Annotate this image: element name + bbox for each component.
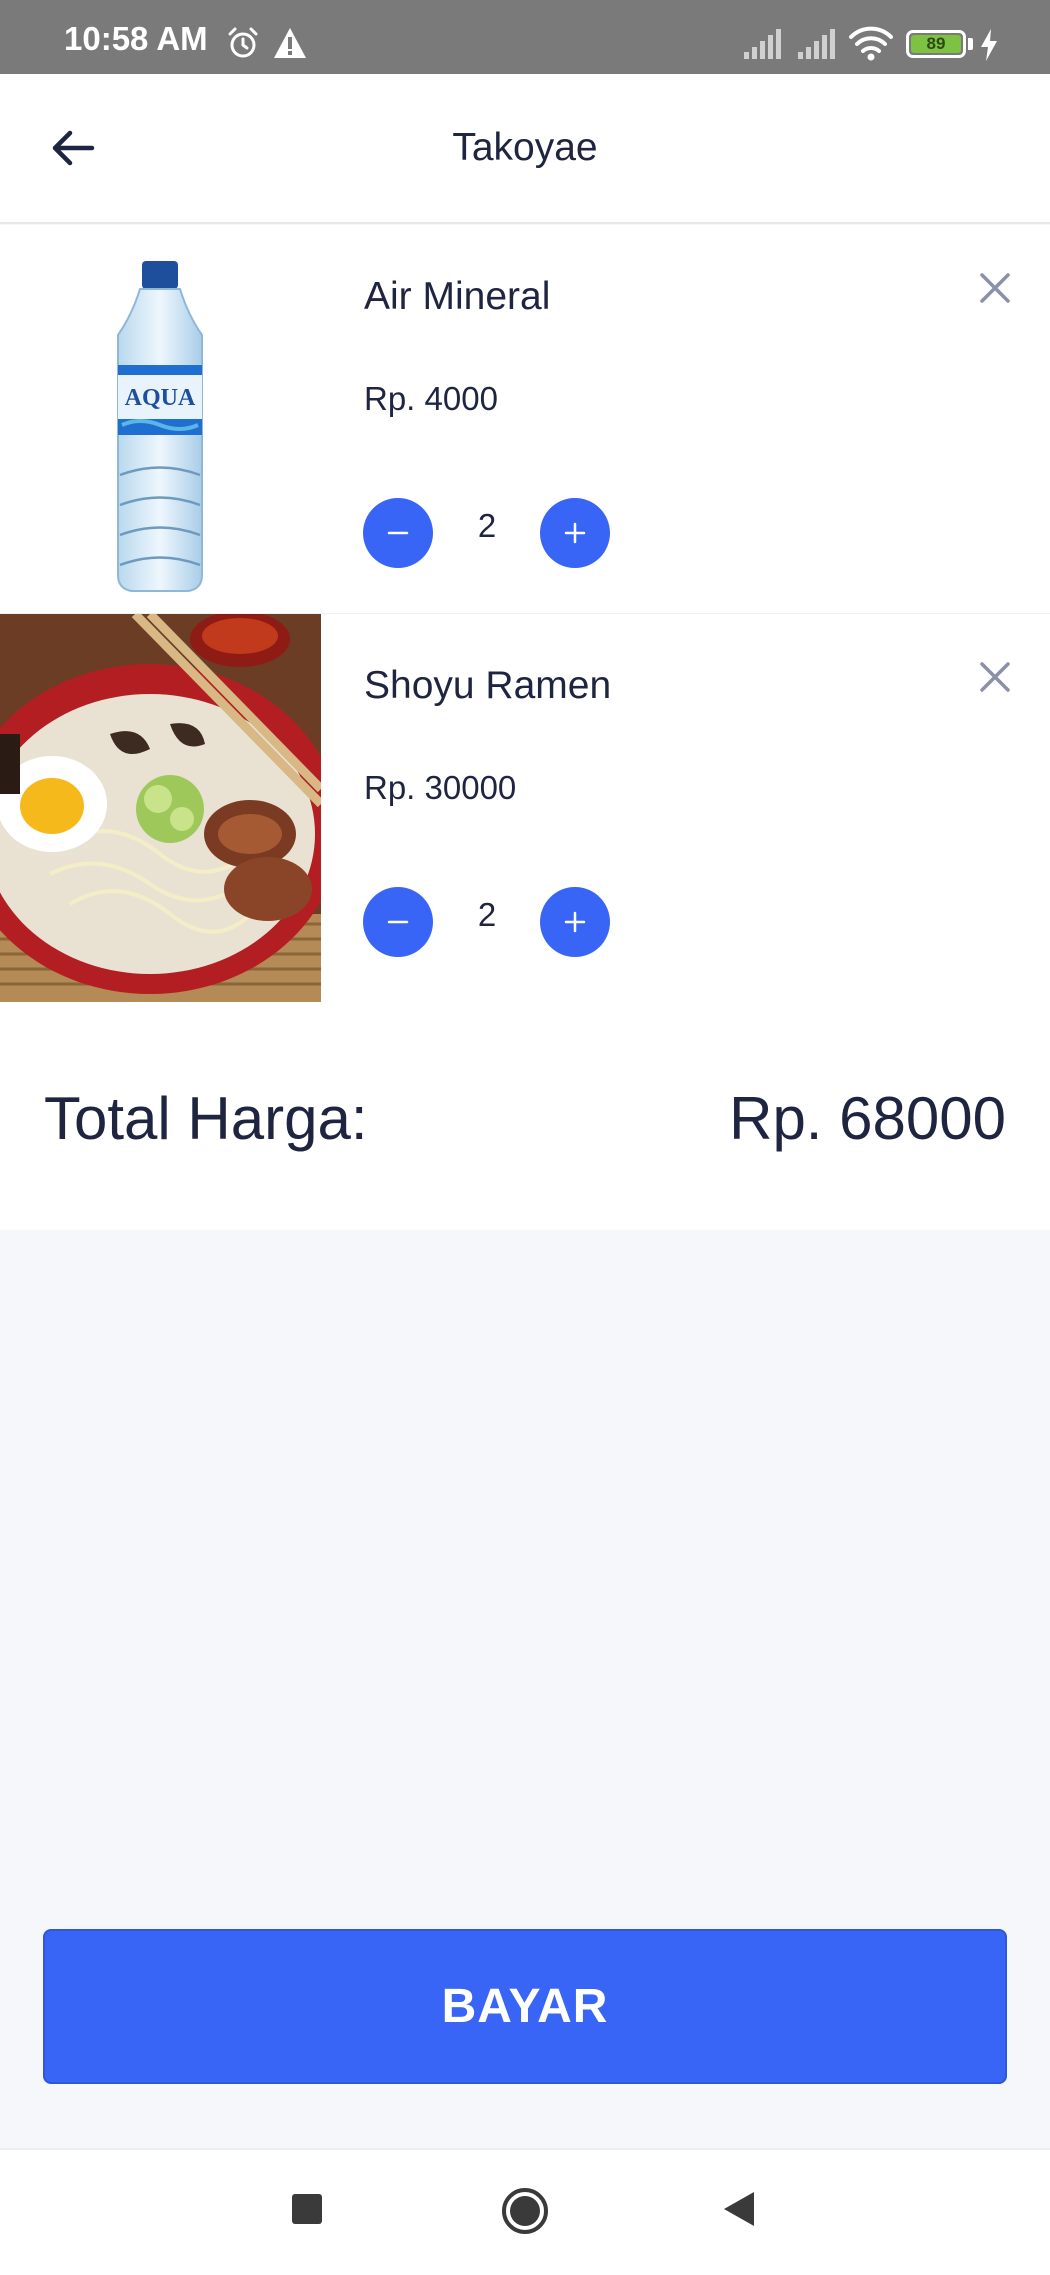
status-bar: 10:58 AM 89 [0, 0, 1050, 74]
charging-icon [981, 29, 997, 61]
plus-icon [564, 911, 586, 933]
item-name: Air Mineral [364, 275, 551, 318]
wifi-icon [849, 26, 893, 61]
decrease-quantity-button[interactable] [363, 498, 433, 568]
order-total: Total Harga: Rp. 68000 [0, 1002, 1050, 1230]
cart-item: Shoyu Ramen Rp. 30000 2 [0, 613, 1050, 1002]
battery-level: 89 [911, 35, 961, 53]
signal-icon [798, 29, 835, 59]
total-label: Total Harga: [44, 1085, 368, 1152]
home-icon[interactable] [500, 2186, 550, 2236]
warning-icon [274, 28, 306, 58]
status-time: 10:58 AM [64, 20, 208, 57]
svg-text:AQUA: AQUA [125, 385, 196, 411]
system-nav-bar [0, 2148, 1050, 2275]
increase-quantity-button[interactable] [540, 887, 610, 957]
cart-screen: 10:58 AM 89 Takoyae AQUA Air Mineral Rp.… [0, 0, 1050, 2275]
page-title: Takoyae [452, 126, 598, 169]
water-bottle-photo: AQUA [0, 225, 321, 613]
quantity-value: 2 [477, 896, 497, 933]
item-price: Rp. 30000 [364, 769, 517, 806]
pay-button[interactable]: BAYAR [43, 1929, 1007, 2084]
quantity-value: 2 [477, 507, 497, 544]
minus-icon [387, 531, 409, 535]
close-icon[interactable] [974, 656, 1016, 698]
minus-icon [387, 920, 409, 924]
cart-item: AQUA Air Mineral Rp. 4000 2 [0, 225, 1050, 613]
back-icon[interactable] [722, 2190, 756, 2228]
item-price: Rp. 4000 [364, 380, 498, 417]
app-bar: Takoyae [0, 74, 1050, 224]
close-icon[interactable] [974, 267, 1016, 309]
decrease-quantity-button[interactable] [363, 887, 433, 957]
plus-icon [564, 522, 586, 544]
alarm-icon [228, 27, 258, 58]
battery-icon: 89 [906, 30, 966, 58]
battery-cap [968, 38, 973, 50]
signal-icon [744, 29, 781, 59]
total-value: Rp. 68000 [729, 1085, 1006, 1152]
ramen-bowl-photo [0, 614, 321, 1002]
recent-apps-icon[interactable] [290, 2192, 324, 2226]
item-name: Shoyu Ramen [364, 664, 612, 707]
increase-quantity-button[interactable] [540, 498, 610, 568]
cart-list: AQUA Air Mineral Rp. 4000 2 Shoyu Ramen … [0, 225, 1050, 1002]
